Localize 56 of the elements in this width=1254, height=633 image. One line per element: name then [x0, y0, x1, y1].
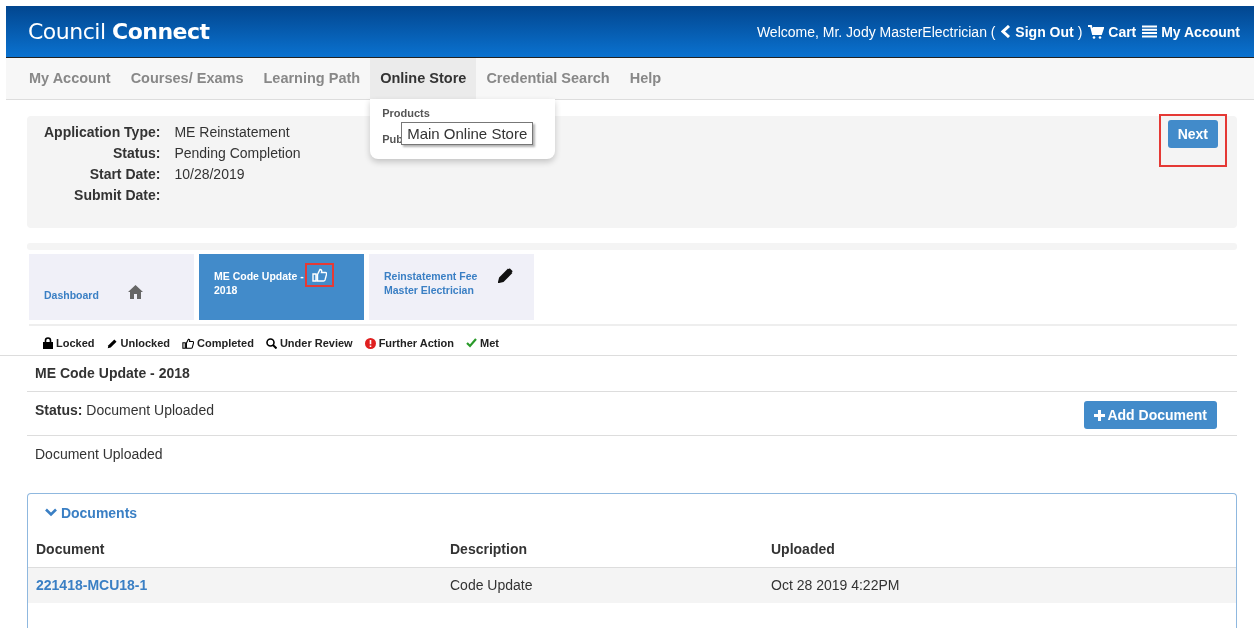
legend-label: Unlocked [120, 337, 171, 349]
legend-label: Met [480, 337, 499, 349]
add-document-button[interactable]: Add Document [1084, 401, 1217, 429]
search-icon [265, 337, 277, 349]
logo[interactable]: Council Connect [28, 19, 210, 44]
field-label: Start Date: [88, 166, 161, 182]
alert-icon [364, 337, 376, 349]
sign-out-link[interactable]: Sign Out [1001, 23, 1074, 40]
home-icon [128, 285, 143, 299]
tooltip: Main Online Store [401, 122, 534, 145]
nav-tab[interactable]: My Account [19, 58, 121, 99]
account-link[interactable]: My Account [1142, 23, 1240, 40]
thumbs-up-icon [182, 337, 195, 349]
step-tab[interactable]: Reinstatement Fee Master Electrician [369, 254, 534, 320]
step-tab[interactable]: ME Code Update - 2018 [199, 254, 364, 320]
thumbs-up-icon [312, 268, 327, 282]
table-cell-text: Oct 28 2019 4:22PM [771, 577, 901, 593]
field-value: 10/28/2019 [174, 166, 246, 182]
legend-label: Completed [197, 337, 254, 349]
field-label: Submit Date: [73, 187, 161, 203]
nav-tab[interactable]: Courses/ Exams [120, 58, 254, 99]
legend-label: Further Action [378, 337, 454, 349]
cart-icon [1088, 24, 1105, 39]
legend-label: Locked [56, 337, 95, 349]
list-icon [1142, 25, 1158, 38]
field-label: Application Type: [44, 124, 161, 140]
menu-item[interactable]: Products [382, 105, 544, 121]
field-value: ME Reinstatement [174, 124, 291, 140]
plus-icon [1094, 409, 1106, 421]
chevron-left-icon [1001, 25, 1012, 38]
cart-link[interactable]: Cart [1088, 23, 1137, 40]
chevron-down-icon [45, 508, 57, 517]
lock-icon [43, 337, 53, 349]
step-tab[interactable]: Dashboard [29, 254, 194, 320]
next-button[interactable]: Next [1167, 120, 1218, 148]
column-header: Uploaded [771, 540, 836, 557]
note-text: Document Uploaded [35, 446, 164, 464]
welcome-text: Welcome, Mr. Jody MasterElectrician ( [756, 23, 996, 40]
column-header: Document [36, 540, 106, 557]
nav-tab[interactable]: Learning Path [253, 58, 371, 99]
status-text: Status: Document Uploaded [35, 402, 214, 418]
legend-label: Under Review [279, 337, 353, 349]
paren-text: ) [1077, 23, 1083, 40]
document-link[interactable]: 221418-MCU18-1 [36, 577, 450, 593]
pencil-icon [106, 337, 118, 349]
column-header: Description [450, 540, 528, 557]
nav-tab[interactable]: Help [619, 58, 672, 99]
pencil-icon [498, 268, 513, 283]
nav-tab[interactable]: Credential Search [476, 58, 620, 99]
documents-toggle[interactable]: Documents [45, 504, 138, 521]
field-value: Pending Completion [174, 145, 301, 161]
section-title: ME Code Update - 2018 [27, 356, 1237, 392]
field-label: Status: [111, 145, 161, 161]
nav-tab[interactable]: Online Store [370, 58, 477, 99]
check-icon [466, 338, 477, 348]
table-cell-text: Code Update [450, 577, 534, 593]
